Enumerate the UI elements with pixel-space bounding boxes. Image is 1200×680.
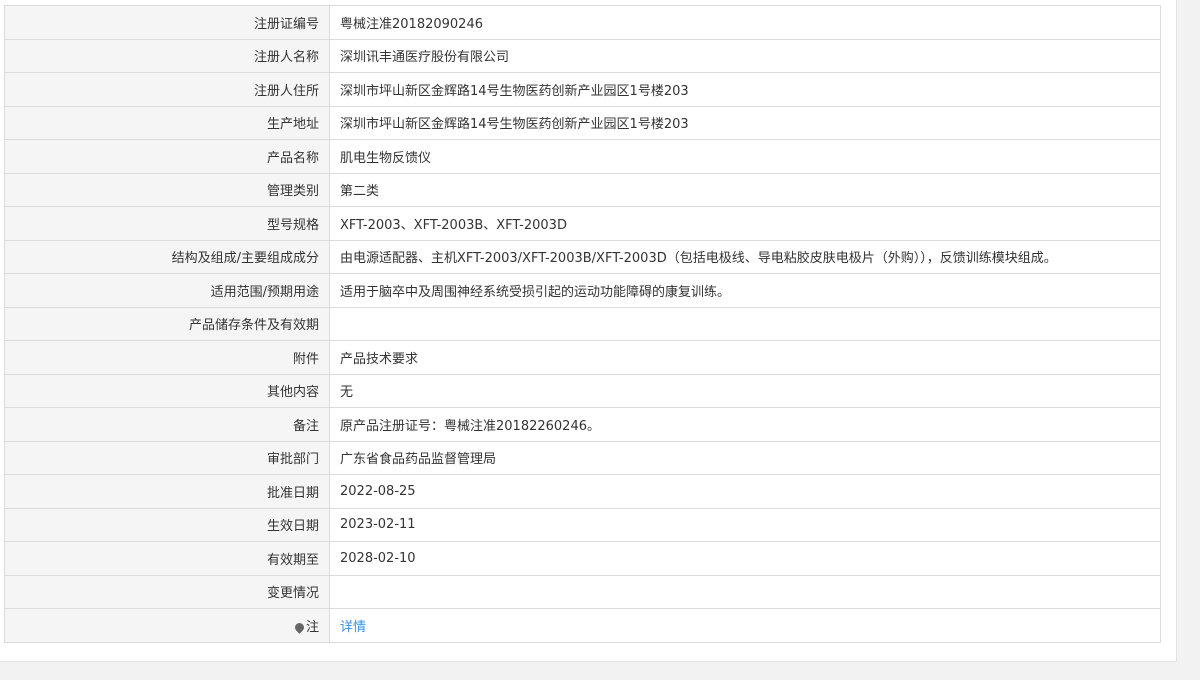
row-value: 粤械注准20182090246 — [329, 5, 1161, 40]
row-value: XFT-2003、XFT-2003B、XFT-2003D — [329, 206, 1161, 241]
table-row: 批准日期 2022-08-25 — [4, 474, 1161, 509]
row-label: 附件 — [4, 340, 330, 375]
table-row: 产品名称 肌电生物反馈仪 — [4, 139, 1161, 174]
row-label: 型号规格 — [4, 206, 330, 241]
table-row: 注册人住所 深圳市坪山新区金辉路14号生物医药创新产业园区1号楼203 — [4, 72, 1161, 107]
table-row: 有效期至 2028-02-10 — [4, 541, 1161, 576]
row-value: 无 — [329, 373, 1161, 408]
row-value — [329, 306, 1161, 341]
row-value: 适用于脑卒中及周围神经系统受损引起的运动功能障碍的康复训练。 — [329, 273, 1161, 308]
row-value: 原产品注册证号：粤械注准20182260246。 — [329, 407, 1161, 442]
row-value: 肌电生物反馈仪 — [329, 139, 1161, 174]
row-value — [329, 574, 1161, 609]
row-label: 备注 — [4, 407, 330, 442]
row-label: 产品名称 — [4, 139, 330, 174]
row-value: 深圳市坪山新区金辉路14号生物医药创新产业园区1号楼203 — [329, 72, 1161, 107]
row-value: 深圳市坪山新区金辉路14号生物医药创新产业园区1号楼203 — [329, 105, 1161, 140]
table-row: 结构及组成/主要组成成分 由电源适配器、主机XFT-2003/XFT-2003B/… — [4, 239, 1161, 274]
row-value: 产品技术要求 — [329, 340, 1161, 375]
row-value: 广东省食品药品监督管理局 — [329, 440, 1161, 475]
note-value-cell: 详情 — [329, 608, 1161, 643]
row-value: 第二类 — [329, 172, 1161, 207]
row-label: 变更情况 — [4, 574, 330, 609]
note-label: 注 — [305, 619, 319, 635]
row-label: 产品储存条件及有效期 — [4, 306, 330, 341]
table-row: 注册证编号 粤械注准20182090246 — [4, 5, 1161, 40]
row-label: 批准日期 — [4, 474, 330, 509]
details-link[interactable]: 详情 — [340, 620, 366, 635]
table-row: 产品储存条件及有效期 — [4, 306, 1161, 341]
note-row: 注 详情 — [4, 608, 1161, 643]
table-row: 附件 产品技术要求 — [4, 340, 1161, 375]
row-label: 适用范围/预期用途 — [4, 273, 330, 308]
table-row: 型号规格 XFT-2003、XFT-2003B、XFT-2003D — [4, 206, 1161, 241]
row-label: 生效日期 — [4, 507, 330, 542]
row-value: 2023-02-11 — [329, 507, 1161, 542]
note-label-cell: 注 — [4, 608, 330, 643]
row-label: 生产地址 — [4, 105, 330, 140]
row-label: 审批部门 — [4, 440, 330, 475]
table-row: 生效日期 2023-02-11 — [4, 507, 1161, 542]
table-row: 注册人名称 深圳讯丰通医疗股份有限公司 — [4, 38, 1161, 73]
table-row: 适用范围/预期用途 适用于脑卒中及周围神经系统受损引起的运动功能障碍的康复训练。 — [4, 273, 1161, 308]
row-value: 2028-02-10 — [329, 541, 1161, 576]
table-row: 变更情况 — [4, 574, 1161, 609]
row-label: 有效期至 — [4, 541, 330, 576]
row-label: 结构及组成/主要组成成分 — [4, 239, 330, 274]
row-label: 管理类别 — [4, 172, 330, 207]
row-label: 注册证编号 — [4, 5, 330, 40]
row-value: 由电源适配器、主机XFT-2003/XFT-2003B/XFT-2003D（包括… — [329, 239, 1161, 274]
registration-info-table: 注册证编号 粤械注准20182090246 注册人名称 深圳讯丰通医疗股份有限公司 … — [4, 5, 1161, 643]
table-row: 备注 原产品注册证号：粤械注准20182260246。 — [4, 407, 1161, 442]
pin-icon — [293, 620, 306, 634]
table-row: 审批部门 广东省食品药品监督管理局 — [4, 440, 1161, 475]
row-label: 注册人住所 — [4, 72, 330, 107]
table-row: 其他内容无 — [4, 373, 1161, 408]
table-row: 生产地址 深圳市坪山新区金辉路14号生物医药创新产业园区1号楼203 — [4, 105, 1161, 140]
detail-panel: 注册证编号 粤械注准20182090246 注册人名称 深圳讯丰通医疗股份有限公司 … — [0, 0, 1177, 662]
row-label: 其他内容 — [4, 373, 330, 408]
row-label: 注册人名称 — [4, 38, 330, 73]
table-row: 管理类别 第二类 — [4, 172, 1161, 207]
row-value: 深圳讯丰通医疗股份有限公司 — [329, 38, 1161, 73]
row-value: 2022-08-25 — [329, 474, 1161, 509]
